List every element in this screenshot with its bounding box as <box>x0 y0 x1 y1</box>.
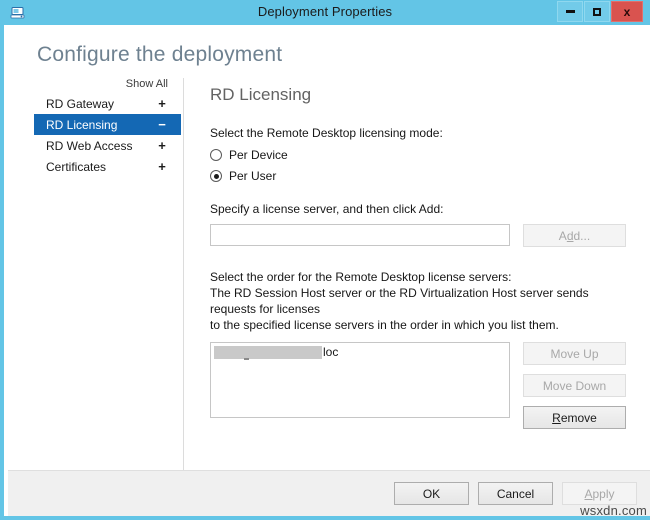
minimize-icon <box>566 10 575 13</box>
specify-license-server-label: Specify a license server, and then click… <box>210 201 635 217</box>
sidebar-item-rd-licensing[interactable]: RD Licensing − <box>34 114 181 135</box>
redacted-server-name <box>214 346 322 359</box>
page-title: Configure the deployment <box>37 43 282 67</box>
dialog-content: Configure the deployment Show All RD Gat… <box>8 25 650 516</box>
sidebar-item-rd-gateway[interactable]: RD Gateway + <box>34 93 181 114</box>
footer-buttons: OK Cancel Apply <box>385 482 637 505</box>
order-description-line-2: to the specified license servers in the … <box>210 317 635 333</box>
expand-plus-icon[interactable]: + <box>151 138 181 153</box>
deployment-properties-window: Deployment Properties x Configure the de… <box>0 0 650 520</box>
server-manager-icon <box>10 5 26 21</box>
close-button[interactable]: x <box>611 1 643 22</box>
expand-plus-icon[interactable]: + <box>151 159 181 174</box>
sidebar-item-rd-web-access[interactable]: RD Web Access + <box>34 135 181 156</box>
watermark: wsxdn.com <box>580 503 647 516</box>
radio-per-device[interactable]: Per Device <box>210 148 635 162</box>
title-bar: Deployment Properties x <box>4 0 646 25</box>
vertical-divider <box>183 78 184 496</box>
radio-per-user[interactable]: Per User <box>210 169 635 183</box>
show-all-link[interactable]: Show All <box>34 78 181 93</box>
apply-button[interactable]: Apply <box>562 482 637 505</box>
license-order-description: Select the order for the Remote Desktop … <box>210 269 635 333</box>
radio-icon-checked[interactable] <box>210 170 222 182</box>
cancel-button[interactable]: Cancel <box>478 482 553 505</box>
license-server-input[interactable] <box>210 224 510 246</box>
sidebar-item-label: RD Web Access <box>46 139 151 153</box>
radio-icon-unchecked[interactable] <box>210 149 222 161</box>
maximize-icon <box>593 8 601 16</box>
sidebar-item-label: RD Licensing <box>46 118 151 132</box>
window-controls: x <box>556 1 643 22</box>
radio-label: Per Device <box>229 148 288 162</box>
radio-label: Per User <box>229 169 276 183</box>
dialog-footer: OK Cancel Apply <box>8 470 650 516</box>
sidebar-item-label: RD Gateway <box>46 97 151 111</box>
minimize-button[interactable] <box>557 1 583 22</box>
sidebar-item-label: Certificates <box>46 160 151 174</box>
maximize-button[interactable] <box>584 1 610 22</box>
sidebar-item-certificates[interactable]: Certificates + <box>34 156 181 177</box>
window-title: Deployment Properties <box>4 4 646 19</box>
license-server-list[interactable]: loc <box>210 342 510 418</box>
pane-title: RD Licensing <box>210 85 635 105</box>
move-up-button[interactable]: Move Up <box>523 342 626 365</box>
order-description-line-1: The RD Session Host server or the RD Vir… <box>210 285 635 317</box>
list-action-buttons: Move Up Move Down Remove <box>523 342 626 429</box>
licensing-mode-label: Select the Remote Desktop licensing mode… <box>210 125 635 141</box>
rd-licensing-pane: RD Licensing Select the Remote Desktop l… <box>210 85 635 429</box>
list-item[interactable]: loc <box>211 343 509 360</box>
list-item-label: loc <box>322 345 338 359</box>
add-button[interactable]: Add... <box>523 224 626 247</box>
collapse-minus-icon[interactable]: − <box>151 117 181 132</box>
navigation-list: Show All RD Gateway + RD Licensing − RD … <box>34 78 181 177</box>
license-server-list-area: loc Move Up Move Down Remove <box>210 342 635 429</box>
move-down-button[interactable]: Move Down <box>523 374 626 397</box>
order-label: Select the order for the Remote Desktop … <box>210 269 635 285</box>
ok-button[interactable]: OK <box>394 482 469 505</box>
expand-plus-icon[interactable]: + <box>151 96 181 111</box>
remove-button[interactable]: Remove <box>523 406 626 429</box>
